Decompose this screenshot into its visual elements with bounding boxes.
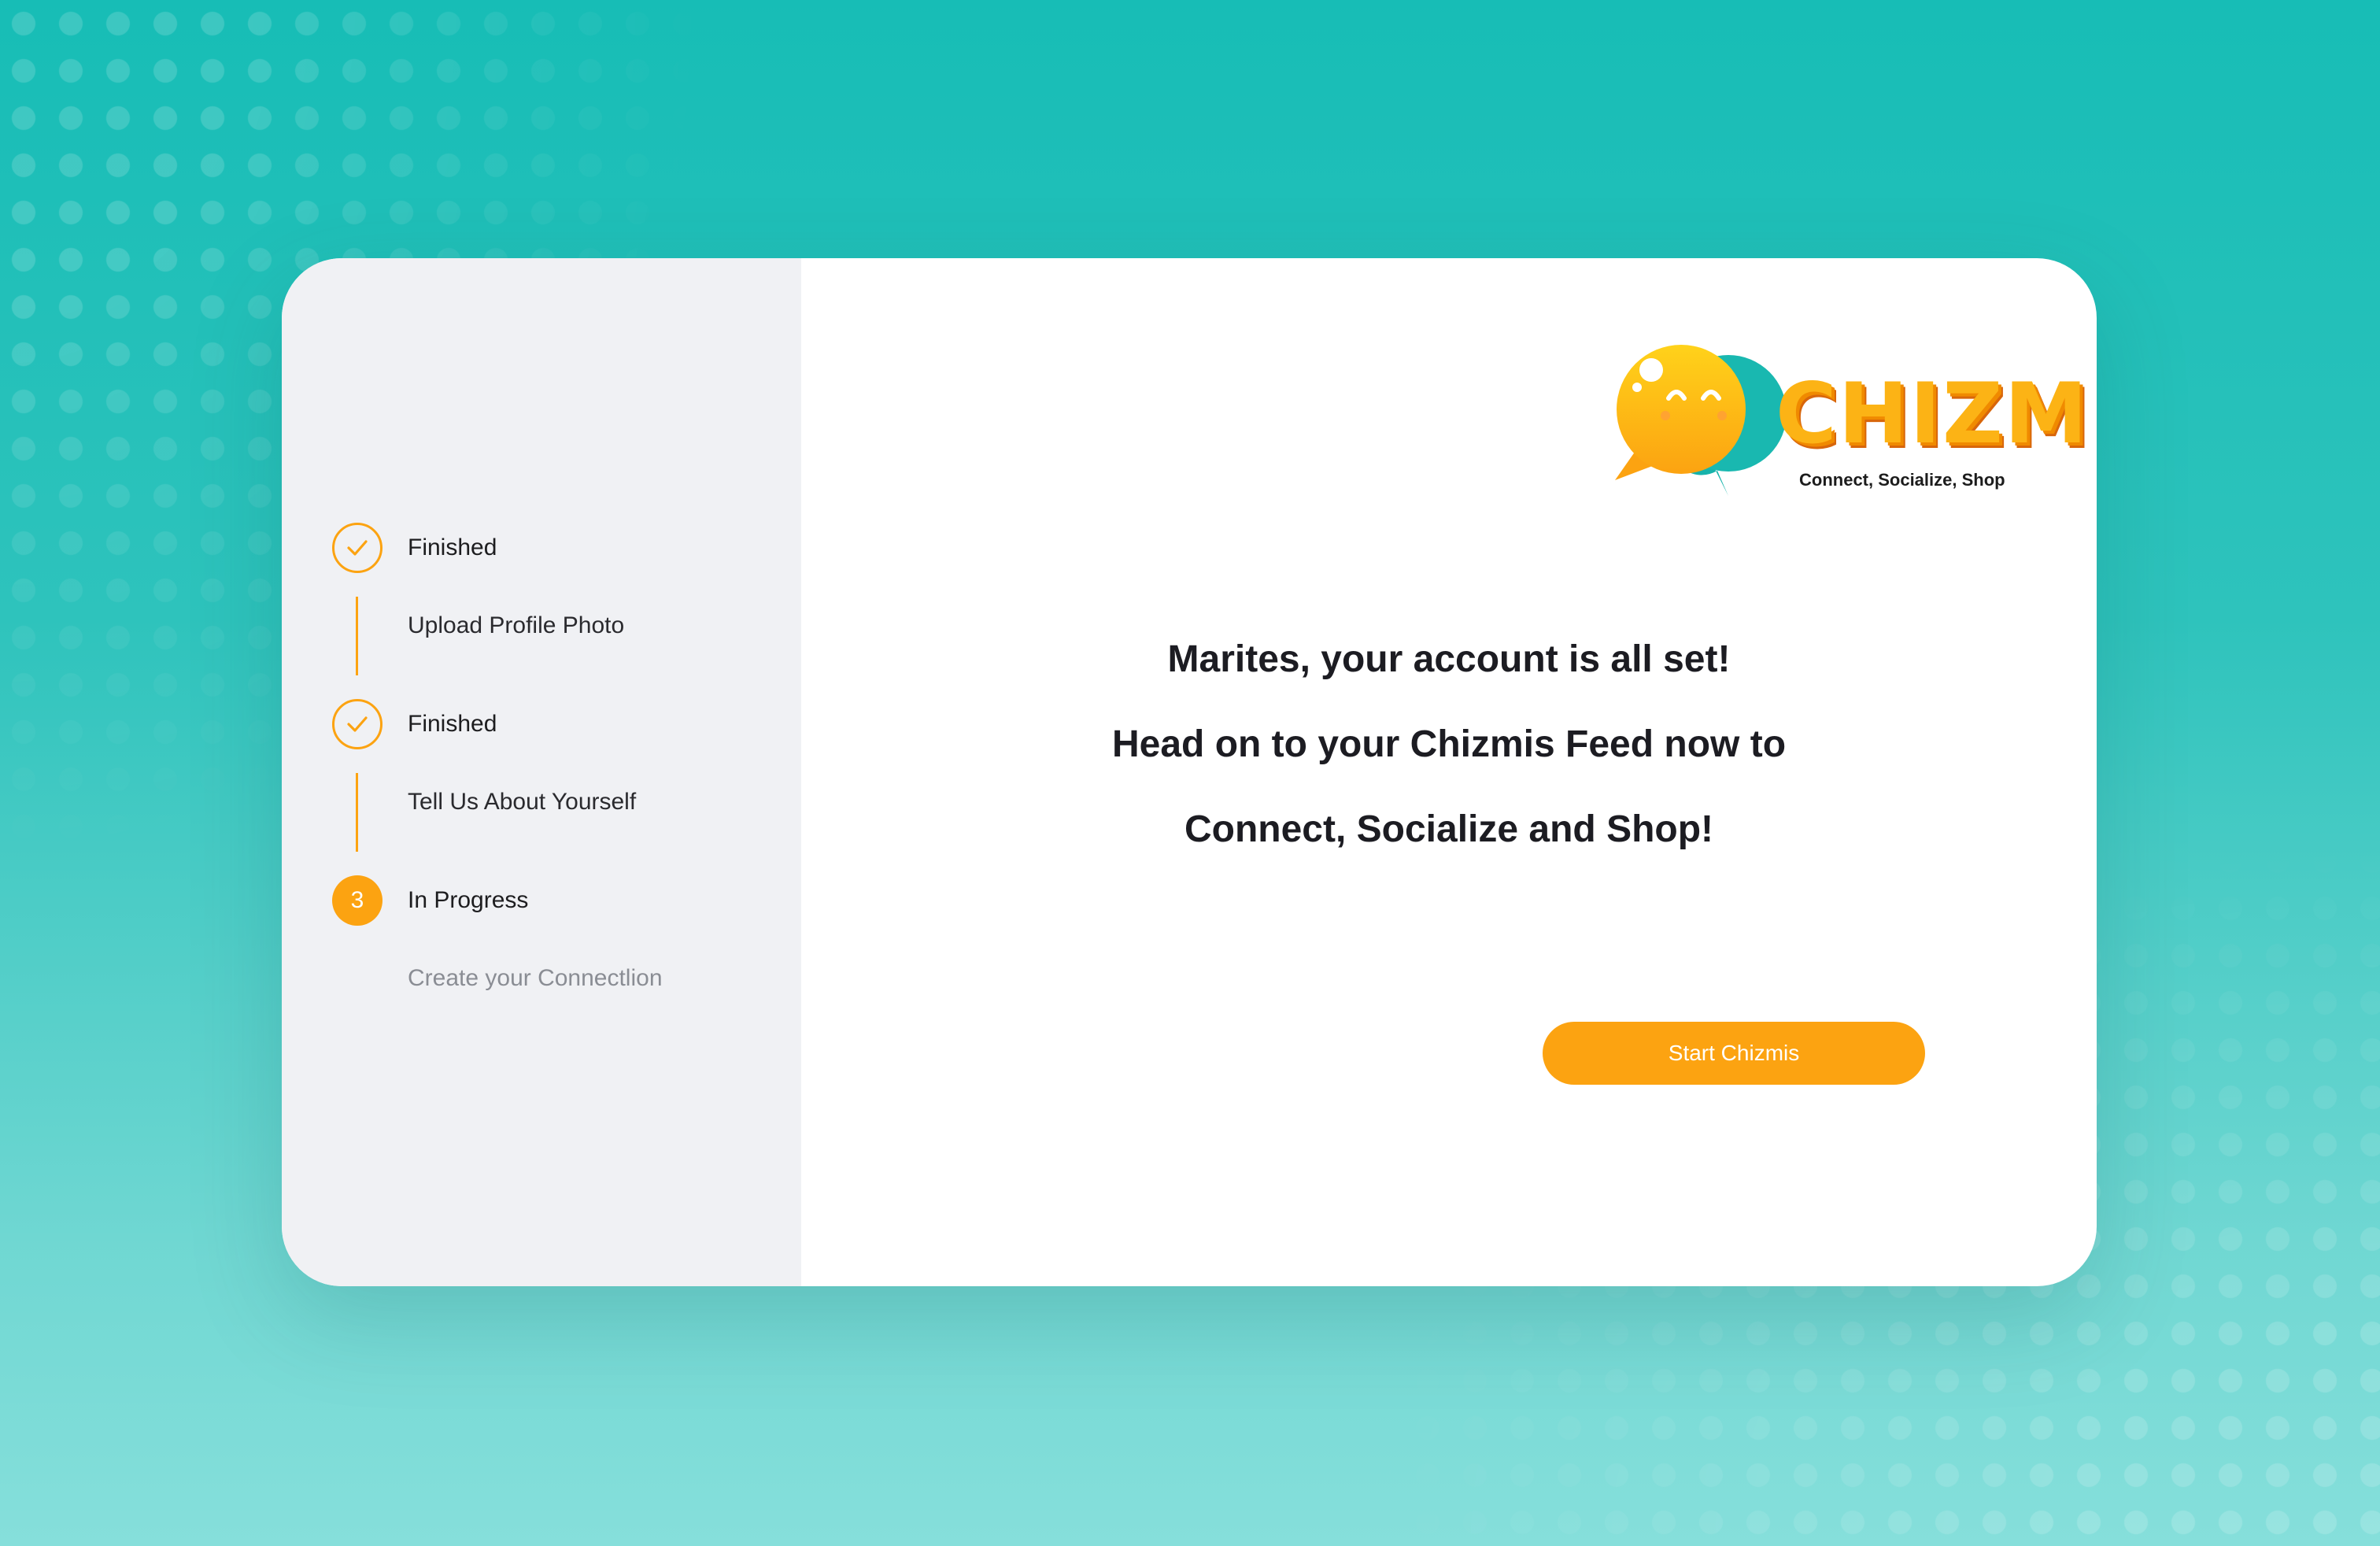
chizmis-logo: CHIZMIS Connect, Socialize, Shop <box>1610 331 2097 520</box>
check-icon <box>332 523 382 573</box>
step-connector <box>356 597 358 675</box>
logo-wordmark: CHIZMIS <box>1776 365 2097 462</box>
step-connector <box>356 773 358 852</box>
step-3-status-label: In Progress <box>408 887 529 913</box>
step-number-badge: 3 <box>332 875 382 926</box>
chat-bubbles-smiley-icon <box>1615 345 1787 496</box>
main-panel: CHIZMIS Connect, Socialize, Shop Marites… <box>801 258 2097 1286</box>
success-message-line-2: Head on to your Chizmis Feed now to <box>1111 723 1787 765</box>
step-1-status: Finished <box>332 523 497 573</box>
step-2-title: Tell Us About Yourself <box>408 789 637 815</box>
step-1-status-label: Finished <box>408 534 497 560</box>
start-chizmis-button[interactable]: Start Chizmis <box>1543 1022 1925 1085</box>
logo-tagline: Connect, Socialize, Shop <box>1799 470 2005 490</box>
step-3-title: Create your Connectlion <box>408 965 663 991</box>
progress-sidebar: Finished Upload Profile Photo Finished T… <box>282 258 801 1286</box>
step-3-status: 3 In Progress <box>332 875 528 926</box>
success-message-line-3: Connect, Socialize and Shop! <box>1184 808 1714 850</box>
onboarding-card: Finished Upload Profile Photo Finished T… <box>282 258 2097 1286</box>
step-2-status: Finished <box>332 699 497 749</box>
step-2-status-label: Finished <box>408 711 497 737</box>
step-1-title: Upload Profile Photo <box>408 612 625 638</box>
check-icon <box>332 699 382 749</box>
success-message-line-1: Marites, your account is all set! <box>1167 638 1731 680</box>
